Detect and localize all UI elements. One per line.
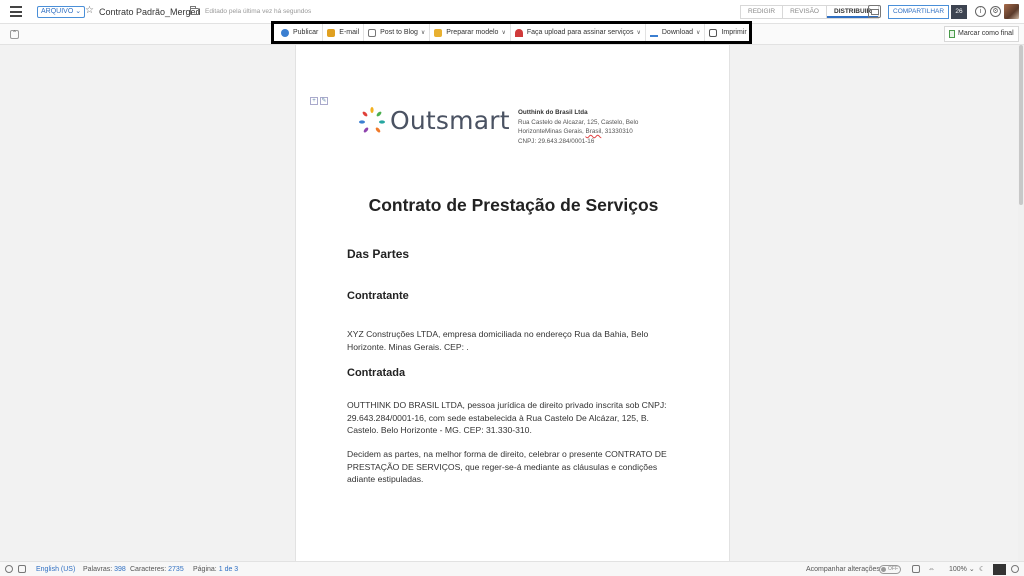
help-icon[interactable] [1011,565,1019,573]
decidem-paragraph: Decidem as partes, na melhor forma de di… [347,449,667,484]
company-country: Brasil [585,128,602,135]
tab-revisao[interactable]: REVISÃO [783,6,827,18]
print-label: Imprimir [721,29,747,36]
company-address-line1: Rua Castelo de Alcazar, 125, Castelo, Be… [518,118,639,126]
dark-mode-icon[interactable]: ☾ [979,565,985,574]
chars-label: Caracteres: [130,566,167,573]
chevron-down-icon: ⌄ [968,566,975,573]
status-bar: English (US) Palavras: 398 Caracteres: 2… [0,561,1024,576]
company-city-state: HorizonteMinas Gerais [518,128,583,135]
width-icon[interactable]: ⇔ [928,565,935,574]
external-link-icon[interactable] [18,565,26,573]
page-indicator[interactable]: Página: 1 de 3 [193,565,238,574]
upload-sign-button[interactable]: Faça upload para assinar serviços ∨ [511,24,646,41]
layout-icon[interactable] [912,565,920,573]
company-cnpj: CNPJ: 29.643.284/0001-16 [518,137,595,145]
download-button[interactable]: Download ∨ [646,24,706,41]
chevron-down-icon: ∨ [501,30,506,36]
vertical-scrollbar[interactable] [1018,45,1024,561]
mark-as-final-button[interactable]: Marcar como final [944,26,1019,42]
words-label: Palavras: [83,566,113,573]
share-button[interactable]: COMPARTILHAR [888,5,950,19]
language-label: English (US) [36,566,76,573]
company-logo: Outsmart [358,105,510,137]
page-total: de 3 [224,566,239,573]
template-icon [434,28,443,37]
globe-icon [281,28,289,37]
info-icon[interactable]: i [975,6,986,17]
page-current: 1 [218,566,223,573]
chevron-down-icon: ∨ [420,30,426,36]
folder-icon[interactable] [190,6,199,15]
chevron-up-icon[interactable]: ⌃ [10,30,19,39]
header-controls: + ✎ [310,97,328,105]
track-changes-toggle[interactable]: OFF [879,565,901,574]
file-menu-label: ARQUIVO [41,8,74,15]
email-icon [327,28,336,37]
file-menu-button[interactable]: ARQUIVO ⌄ [37,6,86,18]
zoom-value: 100% [949,566,967,573]
distribute-toolbar: Publicar E-mail Post to Blog ∨ Preparar … [271,21,752,44]
heading-contratada: Contratada [347,367,406,379]
language-selector[interactable]: English (US) [36,565,75,574]
upload-sign-label: Faça upload para assinar serviços [526,29,634,36]
page-label: Página: [193,566,217,573]
notifications-button[interactable]: 26 [951,5,967,19]
contract-title: Contrato de Prestação de Serviços [368,195,659,215]
edited-status: Editado pela última vez há segundos [205,8,312,15]
document-icon [949,30,955,38]
chevron-down-icon: ∨ [696,30,701,36]
email-button[interactable]: E-mail [323,24,365,41]
avatar[interactable] [1004,4,1019,19]
scrollbar-thumb[interactable] [1019,45,1023,205]
gear-icon[interactable]: ⚙ [990,6,1001,17]
download-label: Download [661,29,694,36]
document-title[interactable]: Contrato Padrão_Merged [99,5,201,19]
download-icon [649,29,658,37]
mark-as-final-label: Marcar como final [958,30,1014,37]
prepare-template-button[interactable]: Preparar modelo ∨ [430,24,511,41]
chars-value: 2735 [168,566,184,573]
hamburger-menu-icon[interactable] [10,6,22,17]
prepare-template-label: Preparar modelo [446,29,499,36]
heading-contratante: Contratante [347,290,409,302]
company-info: Outthink do Brasil Ltda Rua Castelo de A… [518,108,668,146]
publish-label: Publicar [293,29,319,36]
section-heading-parties: Das Partes [347,247,410,261]
contratante-paragraph: XYZ Construções LTDA, empresa domiciliad… [347,329,649,352]
present-icon[interactable] [868,5,881,18]
blog-icon [368,28,377,37]
publish-button[interactable]: Publicar [277,24,324,41]
edit-icon[interactable]: ✎ [320,97,328,105]
print-button[interactable]: Imprimir [705,24,750,41]
logo-text: Outsmart [390,106,510,135]
signature-icon [514,28,523,37]
word-count: Palavras: 398 [83,565,126,574]
add-icon[interactable]: + [310,97,318,105]
email-label: E-mail [339,29,360,36]
mode-tabs: REDIGIR REVISÃO DISTRIBUIR [740,5,880,19]
post-to-blog-label: Post to Blog [380,29,418,36]
company-zip: , 31330310 [601,128,633,135]
print-icon [709,28,718,37]
words-value: 398 [114,566,126,573]
star-icon[interactable]: ☆ [85,4,94,18]
company-name: Outthink do Brasil Ltda [518,109,588,116]
company-address-line2: HorizonteMinas Gerais, Brasil, 31330310 [518,127,668,137]
tab-redigir[interactable]: REDIGIR [741,6,784,18]
zoom-selector[interactable]: 100% ⌄ [949,565,975,574]
chevron-down-icon: ∨ [636,30,641,36]
contratada-paragraph: OUTTHINK DO BRASIL LTDA, pessoa jurídica… [347,400,667,435]
reading-view-icon[interactable] [993,564,1006,575]
track-changes-label: Acompanhar alterações [806,566,880,573]
document-page[interactable]: + ✎ Outsmart Outthink do Brasil Ltda Rua… [295,45,730,561]
char-count: Caracteres: 2735 [130,565,184,574]
chat-icon[interactable] [5,565,13,573]
logo-petals-icon [359,107,385,133]
post-to-blog-button[interactable]: Post to Blog ∨ [364,24,431,41]
chevron-down-icon: ⌄ [75,8,82,15]
